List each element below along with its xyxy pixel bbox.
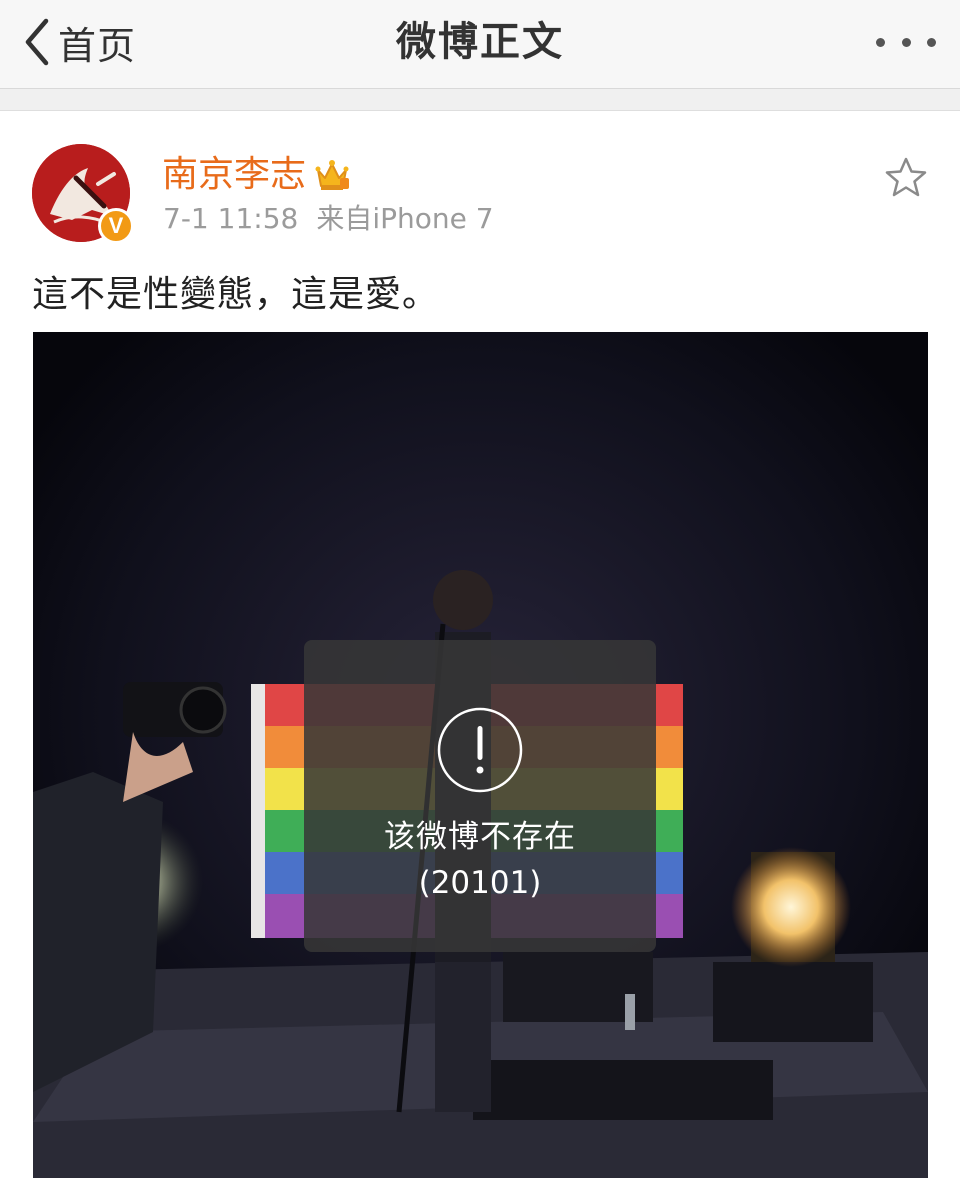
username[interactable]: 南京李志 [162, 150, 350, 200]
more-dot [901, 37, 911, 47]
avatar[interactable]: V [32, 144, 134, 244]
post-meta: 7-1 11:58 来自iPhone 7 [163, 198, 494, 240]
top-navigation-bar: 首页 微博正文 [0, 0, 960, 89]
vip-crown-icon [315, 160, 350, 190]
username-text: 南京李志 [162, 154, 307, 195]
error-toast: 该微博不存在 (20101) [304, 640, 656, 952]
more-dot [876, 37, 885, 47]
more-dots-icon[interactable] [876, 24, 936, 60]
more-dot [927, 37, 936, 47]
section-divider [0, 89, 960, 111]
verified-badge: V [98, 208, 134, 244]
post-text: 這不是性變態，這是愛。 [32, 274, 440, 315]
error-code: (20101) [418, 865, 542, 901]
star-icon[interactable] [884, 156, 928, 198]
page-title: 微博正文 [396, 19, 564, 65]
exclamation-circle-icon [437, 707, 523, 793]
error-message: 该微博不存在 [384, 819, 576, 855]
post-time: 7-1 11:58 [163, 202, 299, 235]
post-source: 来自iPhone 7 [316, 202, 494, 235]
